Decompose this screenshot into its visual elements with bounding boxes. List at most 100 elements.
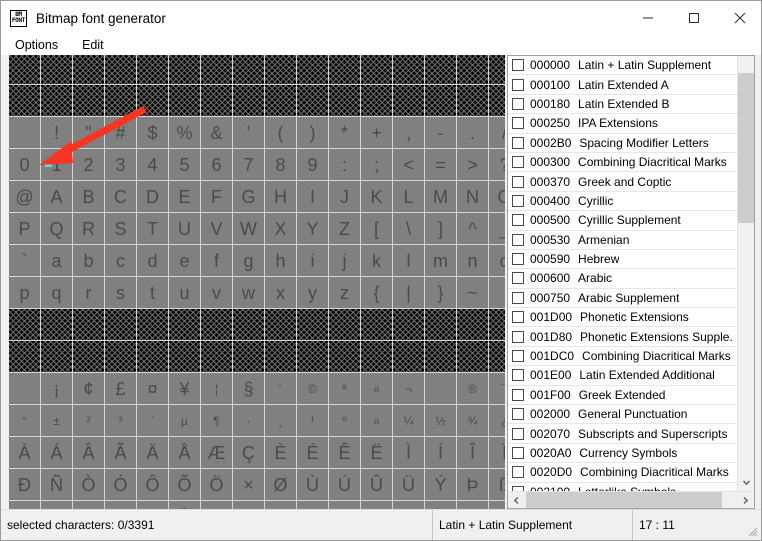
block-list-row[interactable]: 001D80 Phonetic Extensions Supple.: [508, 327, 737, 347]
block-list-row[interactable]: 000590 Hebrew: [508, 250, 737, 270]
grid-cell-empty[interactable]: [425, 341, 456, 372]
block-list-row[interactable]: 000400 Cyrillic: [508, 192, 737, 212]
block-checkbox[interactable]: [512, 59, 524, 72]
grid-cell[interactable]: »: [361, 405, 392, 436]
grid-cell[interactable]: R: [73, 213, 104, 244]
chevron-right-icon[interactable]: [737, 492, 754, 508]
grid-cell[interactable]: y: [297, 277, 328, 308]
grid-cell-empty[interactable]: [489, 309, 505, 340]
unicode-block-list-panel[interactable]: 000000 Latin + Latin Supplement 000100 Lati…: [507, 55, 755, 509]
grid-cell[interactable]: X: [265, 213, 296, 244]
character-grid[interactable]: !"#$%&'()*+,-./0123456789:;<=>?@ABCDEFGH…: [9, 55, 505, 509]
grid-cell[interactable]: ³: [105, 405, 136, 436]
grid-cell[interactable]: [489, 277, 505, 308]
grid-cell[interactable]: o: [489, 245, 505, 276]
grid-cell[interactable]: º: [329, 405, 360, 436]
grid-cell-empty[interactable]: [297, 341, 328, 372]
grid-cell[interactable]: á: [41, 501, 72, 509]
grid-cell[interactable]: 7: [233, 149, 264, 180]
grid-cell-empty[interactable]: [137, 55, 168, 84]
grid-cell[interactable]: f: [201, 245, 232, 276]
block-list-row[interactable]: 002070 Subscripts and Superscripts: [508, 424, 737, 444]
grid-cell[interactable]: %: [169, 117, 200, 148]
grid-cell-empty[interactable]: [393, 341, 424, 372]
grid-cell[interactable]: ¡: [41, 373, 72, 404]
block-checkbox[interactable]: [512, 311, 524, 324]
grid-cell[interactable]: Å: [169, 437, 200, 468]
grid-cell[interactable]: I: [297, 181, 328, 212]
grid-cell[interactable]: 0: [9, 149, 40, 180]
grid-cell[interactable]: +: [361, 117, 392, 148]
grid-cell[interactable]: e: [169, 245, 200, 276]
grid-cell[interactable]: [: [361, 213, 392, 244]
grid-cell[interactable]: @: [9, 181, 40, 212]
grid-cell[interactable]: «: [361, 373, 392, 404]
grid-cell[interactable]: O: [489, 181, 505, 212]
block-checkbox[interactable]: [512, 233, 524, 246]
grid-cell-empty[interactable]: [137, 85, 168, 116]
grid-cell-empty[interactable]: [297, 55, 328, 84]
grid-cell[interactable]: v: [201, 277, 232, 308]
grid-cell[interactable]: ¨: [265, 373, 296, 404]
grid-cell[interactable]: W: [233, 213, 264, 244]
grid-cell[interactable]: Ö: [201, 469, 232, 500]
grid-cell[interactable]: Æ: [201, 437, 232, 468]
block-list-row[interactable]: 000100 Latin Extended A: [508, 75, 737, 95]
grid-cell-empty[interactable]: [393, 309, 424, 340]
block-checkbox[interactable]: [512, 427, 524, 440]
grid-cell-empty[interactable]: [105, 341, 136, 372]
grid-cell[interactable]: ±: [41, 405, 72, 436]
grid-cell[interactable]: l: [393, 245, 424, 276]
grid-cell-empty[interactable]: [41, 55, 72, 84]
block-checkbox[interactable]: [512, 388, 524, 401]
grid-cell-empty[interactable]: [73, 55, 104, 84]
block-list-row[interactable]: 000750 Arabic Supplement: [508, 289, 737, 309]
grid-cell[interactable]: ¿: [489, 405, 505, 436]
grid-cell[interactable]: ¦: [201, 373, 232, 404]
grid-cell[interactable]: £: [105, 373, 136, 404]
grid-cell[interactable]: ×: [233, 469, 264, 500]
grid-cell[interactable]: ¹: [297, 405, 328, 436]
grid-cell[interactable]: &: [201, 117, 232, 148]
grid-cell[interactable]: B: [73, 181, 104, 212]
grid-cell[interactable]: ½: [425, 405, 456, 436]
block-list-row[interactable]: 000000 Latin + Latin Supplement: [508, 56, 737, 76]
grid-cell-empty[interactable]: [233, 55, 264, 84]
grid-cell[interactable]: k: [361, 245, 392, 276]
grid-cell-empty[interactable]: [489, 341, 505, 372]
grid-cell[interactable]: Ú: [329, 469, 360, 500]
grid-cell[interactable]: ­: [425, 373, 456, 404]
grid-cell[interactable]: 3: [105, 149, 136, 180]
grid-cell[interactable]: ¤: [137, 373, 168, 404]
grid-cell[interactable]: ^: [457, 213, 488, 244]
grid-cell[interactable]: É: [297, 437, 328, 468]
grid-cell[interactable]: ¸: [265, 405, 296, 436]
grid-cell[interactable]: ç: [233, 501, 264, 509]
grid-cell-empty[interactable]: [489, 55, 505, 84]
grid-cell[interactable]: µ: [169, 405, 200, 436]
minimize-button[interactable]: [625, 1, 671, 35]
grid-cell[interactable]: ¯: [489, 373, 505, 404]
block-list-row[interactable]: 000600 Arabic: [508, 269, 737, 289]
grid-cell[interactable]: T: [137, 213, 168, 244]
grid-cell[interactable]: U: [169, 213, 200, 244]
grid-cell[interactable]: è: [265, 501, 296, 509]
grid-cell[interactable]: h: [265, 245, 296, 276]
grid-cell[interactable]: z: [329, 277, 360, 308]
grid-cell[interactable]: à: [9, 501, 40, 509]
grid-cell-empty[interactable]: [329, 85, 360, 116]
grid-cell[interactable]: Ë: [361, 437, 392, 468]
grid-cell-empty[interactable]: [393, 85, 424, 116]
grid-cell[interactable]: .: [457, 117, 488, 148]
vscroll-thumb[interactable]: [738, 73, 754, 223]
block-list-row[interactable]: 002100Letterlike Symbols: [508, 483, 737, 491]
grid-cell[interactable]: ì: [393, 501, 424, 509]
grid-cell[interactable]: Ý: [425, 469, 456, 500]
grid-cell[interactable]: !: [41, 117, 72, 148]
grid-cell[interactable]: m: [425, 245, 456, 276]
grid-cell[interactable]: j: [329, 245, 360, 276]
grid-cell[interactable]: (: [265, 117, 296, 148]
grid-cell[interactable]: Ó: [105, 469, 136, 500]
grid-cell[interactable]: [9, 117, 40, 148]
block-checkbox[interactable]: [512, 194, 524, 207]
